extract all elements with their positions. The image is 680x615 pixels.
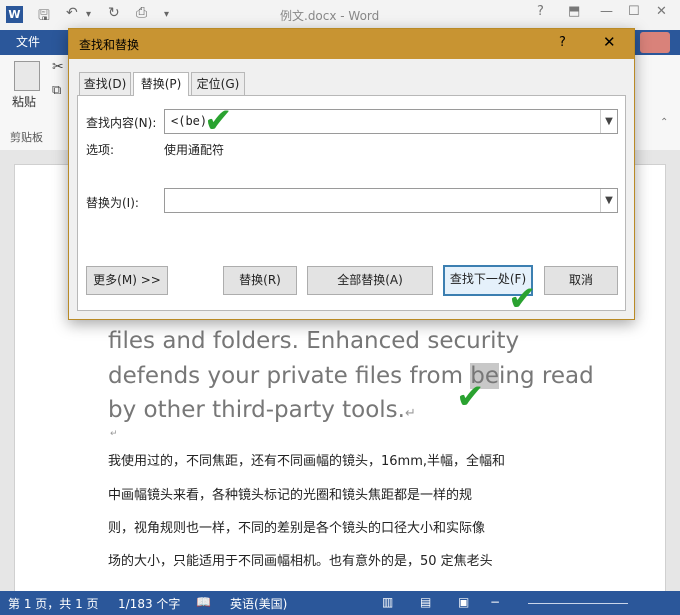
ribbon-display-icon[interactable]: ⬒ <box>568 4 580 19</box>
web-layout-icon[interactable]: ▣ <box>458 595 469 609</box>
word-count[interactable]: 1/183 个字 <box>118 595 180 612</box>
redo-icon[interactable]: ↻ <box>108 5 120 21</box>
doc-line-2-end: ing read <box>499 363 594 389</box>
doc-line-3: by other third-party tools.↵ <box>108 397 416 423</box>
undo-dropdown-icon[interactable]: ▾ <box>86 9 91 20</box>
find-replace-dialog: 查找和替换 ? ✕ 查找(D) 替换(P) 定位(G) 查找内容(N): <(b… <box>68 28 635 320</box>
replace-all-button[interactable]: 全部替换(A) <box>307 266 433 295</box>
language-indicator[interactable]: 英语(美国) <box>230 595 287 612</box>
scissors-icon[interactable]: ✂ <box>52 59 64 75</box>
proofing-icon[interactable]: 📖 <box>196 595 211 609</box>
close-icon[interactable]: ✕ <box>603 33 616 51</box>
clipboard-icon[interactable] <box>14 61 40 91</box>
print-preview-icon[interactable]: ⎙ <box>136 5 147 21</box>
status-bar: 第 1 页，共 1 页 1/183 个字 📖 英语(美国) ▥ ▤ ▣ − <box>0 591 680 615</box>
dialog-title: 查找和替换 <box>79 38 140 52</box>
print-layout-icon[interactable]: ▤ <box>420 595 431 609</box>
more-button[interactable]: 更多(M) >> <box>86 266 168 295</box>
customize-icon[interactable]: ▾ <box>164 9 169 20</box>
zoom-out-icon[interactable]: − <box>490 595 500 609</box>
undo-icon[interactable]: ↶ <box>66 5 78 21</box>
doc-line-2: defends your private files from being re… <box>108 363 594 389</box>
find-what-label: 查找内容(N): <box>86 116 157 130</box>
page-count[interactable]: 第 1 页，共 1 页 <box>8 595 99 612</box>
options-label: 选项: <box>86 143 115 157</box>
title-bar: W 🖫 ↶ ▾ ↻ ⎙ ▾ 例文.docx - Word ? ⬒ — ☐ ✕ <box>0 0 680 30</box>
cn-line-3: 则，视角规则也一样，不同的差别是各个镜头的口径大小和实际像 <box>108 521 486 536</box>
help-icon[interactable]: ? <box>537 4 544 19</box>
cn-line-2: 中画幅镜头来看，各种镜头标记的光圈和镜头焦距都是一样的规 <box>108 488 473 503</box>
doc-line-2-start: defends your private files from <box>108 363 471 389</box>
chevron-up-icon[interactable]: ⌃ <box>660 117 668 128</box>
check-mark-icon: ✔ <box>204 101 233 141</box>
replace-tab-panel: 查找内容(N): <(be) ▼ 选项: 使用通配符 替换为(I): ▼ 更多(… <box>77 95 626 311</box>
paragraph-mark-icon: ↵ <box>110 429 118 439</box>
tab-goto[interactable]: 定位(G) <box>191 72 245 95</box>
read-mode-icon[interactable]: ▥ <box>382 595 393 609</box>
replace-with-label: 替换为(I): <box>86 196 139 210</box>
save-icon[interactable]: 🖫 <box>38 5 50 29</box>
paste-button-label[interactable]: 粘贴 <box>12 93 36 110</box>
chevron-down-icon[interactable]: ▼ <box>600 189 617 212</box>
chevron-down-icon[interactable]: ▼ <box>600 110 617 133</box>
window-title: 例文.docx - Word <box>280 9 380 23</box>
find-what-value: <(be) <box>171 114 208 128</box>
file-tab[interactable]: 文件 <box>0 30 56 55</box>
check-mark-icon: ✔ <box>508 279 537 319</box>
zoom-slider[interactable] <box>528 603 628 604</box>
paragraph-mark-icon: ↵ <box>404 406 416 421</box>
word-logo-icon: W <box>6 6 23 23</box>
account-avatar[interactable] <box>640 32 670 53</box>
dialog-title-bar[interactable]: 查找和替换 ? ✕ <box>69 29 634 59</box>
replace-button[interactable]: 替换(R) <box>223 266 297 295</box>
copy-icon[interactable]: ⧉ <box>52 83 61 98</box>
doc-line-1: files and folders. Enhanced security <box>108 328 520 354</box>
doc-line-3-text: by other third-party tools. <box>108 397 405 423</box>
cn-line-4: 场的大小，只能适用于不同画幅相机。也有意外的是，50 定焦老头 <box>108 554 493 569</box>
cn-line-1: 我使用过的，不同焦距，还有不同画幅的镜头，16mm,半幅，全幅和 <box>108 454 506 469</box>
cancel-button[interactable]: 取消 <box>544 266 618 295</box>
minimize-icon[interactable]: — <box>600 4 613 19</box>
clipboard-group-label: 剪贴板 <box>10 131 43 144</box>
replace-with-input[interactable]: ▼ <box>164 188 618 213</box>
check-mark-icon: ✔ <box>456 377 485 417</box>
maximize-icon[interactable]: ☐ <box>628 4 640 19</box>
options-value: 使用通配符 <box>164 143 225 157</box>
tab-find[interactable]: 查找(D) <box>79 72 131 95</box>
close-icon[interactable]: ✕ <box>656 4 667 19</box>
tab-replace[interactable]: 替换(P) <box>133 72 189 96</box>
help-icon[interactable]: ? <box>559 35 566 50</box>
